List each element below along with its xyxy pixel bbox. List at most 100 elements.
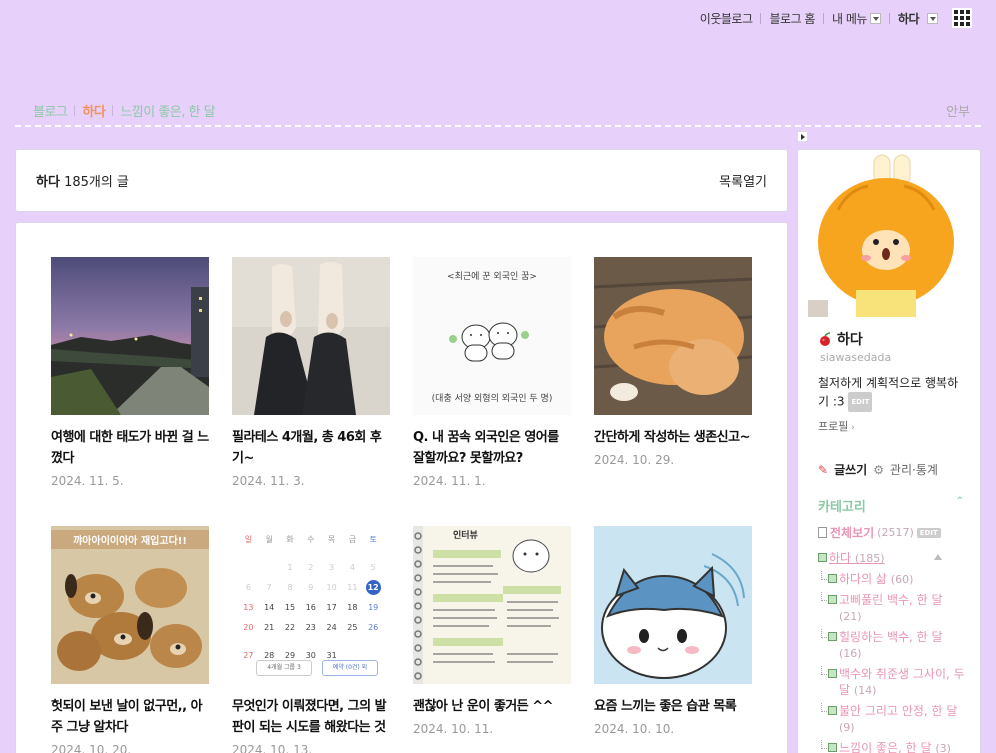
post-title[interactable]: Q. 내 꿈속 외국인은 영어를 잘할까요? 못할까요? [413, 427, 573, 469]
user-menu-button[interactable]: 하다 [898, 10, 938, 27]
post-card[interactable]: 꺄아아이이아아 재입고다!! 헛되이 보낸 날이 없구먼,, 아주 그냥 알차다… [51, 526, 211, 753]
post-title[interactable]: 여행에 대한 태도가 바뀐 걸 느꼈다 [51, 427, 211, 469]
calendar-cell: 월 [265, 535, 273, 544]
calendar-cell: 금 [348, 535, 357, 544]
calendar-cell: 15 [284, 603, 296, 612]
category-count: (60) [890, 573, 914, 586]
category-label: 고삐풀린 백수, 한 달 (21) [839, 593, 943, 623]
calendar-cell: 13 [243, 603, 254, 612]
calendar-cell: 18 [347, 603, 358, 612]
write-post-button[interactable]: 글쓰기 [834, 461, 867, 478]
category-item[interactable]: 불안 그리고 안정, 한 달 (9) [818, 703, 968, 736]
intro-text: 철저하게 계획적으로 행복하기 :3 [818, 376, 959, 409]
category-item[interactable]: 고삐풀린 백수, 한 달 (21) [818, 592, 968, 625]
post-date: 2024. 11. 3. [232, 474, 305, 488]
post-thumbnail[interactable]: 일 월 화 수 목 금 토 1 2 3 4 5 6 7 8 9 10 11 12 13 14 15 16 17 18 19 20 21… [232, 526, 390, 684]
blog-home-link[interactable]: 블로그 홈 [769, 10, 815, 27]
post-date: 2024. 11. 5. [51, 474, 124, 488]
post-title[interactable]: 간단하게 작성하는 생존신고~ [594, 427, 754, 448]
post-date: 2024. 10. 10. [594, 722, 675, 736]
post-date: 2024. 10. 13. [232, 743, 313, 753]
category-name: 하다 [36, 175, 60, 190]
menu-blog[interactable]: 블로그 [33, 101, 68, 120]
calendar-cell: 10 [326, 583, 337, 592]
open-list-button[interactable]: 목록열기 [719, 171, 767, 190]
category-header[interactable]: 카테고리 ⌃ [818, 496, 964, 515]
calendar-weekday-row: 일월화수목금토 [238, 530, 384, 550]
calendar-cell: 일 [244, 535, 253, 544]
post-card[interactable]: 여행에 대한 태도가 바뀐 걸 느꼈다 2024. 11. 5. [51, 257, 211, 488]
calendar-cell: 목 [327, 535, 336, 544]
post-card[interactable]: 일 월 화 수 목 금 토 1 2 3 4 5 6 7 8 9 10 11 12 13 14 15 16 17 18 19 20 21… [232, 526, 392, 753]
post-card[interactable]: 필라테스 4개월, 총 46회 후기~ 2024. 11. 3. [232, 257, 392, 488]
post-date: 2024. 10. 11. [413, 722, 494, 736]
calendar-cell [363, 638, 384, 658]
post-thumbnail[interactable] [51, 257, 209, 415]
sidebar-toggle-icon[interactable] [797, 131, 808, 142]
category-item[interactable]: 힐링하는 백수, 한 달 (16) [818, 629, 968, 662]
post-title[interactable]: 요즘 느끼는 좋은 습관 목록 [594, 696, 754, 717]
post-card[interactable]: 요즘 느끼는 좋은 습관 목록 2024. 10. 10. [594, 526, 754, 736]
app-grid-icon[interactable] [952, 8, 972, 28]
post-title[interactable]: 필라테스 4개월, 총 46회 후기~ [232, 427, 392, 469]
neighbor-blog-link[interactable]: 이웃블로그 [700, 10, 753, 27]
post-card[interactable]: <최근에 꾼 외국인 꿈> (대충 서양 외형의 외국인 두 명) Q. 내 꿈… [413, 257, 573, 488]
category-icon [818, 553, 827, 562]
category-item[interactable]: 느낌이 좋은, 한 달 (3) [818, 740, 968, 753]
category-item[interactable]: 백수와 취준생 그사이, 두 달 (14) [818, 666, 968, 699]
profile-link[interactable]: 프로필 › [818, 418, 855, 434]
guestbook-link[interactable]: 안부 [946, 101, 970, 120]
collapse-icon[interactable] [934, 554, 942, 560]
post-thumbnail[interactable]: 꺄아아이이아아 재입고다!! [51, 526, 209, 684]
calendar-cell: 7 [266, 583, 272, 592]
calendar-cell: 2 [308, 563, 314, 572]
post-list-header: 하다 185개의 글 목록열기 [15, 149, 788, 212]
calendar-cell: 1 [287, 563, 293, 572]
calendar-cell [238, 550, 259, 570]
blog-tools: ✎ 글쓰기 ⚙ 관리·통계 [818, 461, 938, 478]
post-date: 2024. 11. 1. [413, 474, 486, 488]
calendar-cell: 8 [287, 583, 293, 592]
post-thumbnail[interactable] [232, 257, 390, 415]
calendar-cell: 20 [243, 623, 254, 632]
category-icon [828, 632, 837, 641]
post-title[interactable]: 무엇인가 이뤄졌다면, 그의 발판이 되는 시도를 해왔다는 것 [232, 696, 392, 738]
category-all[interactable]: 전체보기 (2517) EDIT [818, 524, 941, 541]
post-count-title: 하다 185개의 글 [36, 171, 129, 190]
divider [822, 12, 824, 24]
category-item[interactable]: 하다 (185) [818, 550, 968, 567]
post-card[interactable]: 간단하게 작성하는 생존신고~ 2024. 10. 29. [594, 257, 754, 467]
edit-intro-button[interactable]: EDIT [848, 392, 873, 412]
category-icon [828, 595, 837, 604]
edit-category-button[interactable]: EDIT [916, 527, 941, 538]
my-menu-button[interactable]: 내 메뉴 [832, 10, 881, 27]
post-thumbnail[interactable] [594, 257, 752, 415]
category-title: 카테고리 [818, 500, 866, 515]
post-thumbnail[interactable]: <최근에 꾼 외국인 꿈> (대충 서양 외형의 외국인 두 명) [413, 257, 571, 415]
post-card[interactable]: 인터뷰 괜찮아 난 운이 좋거든 ^^ 2024. 10. 11. [413, 526, 573, 736]
category-label: 힐링하는 백수, 한 달 (16) [839, 630, 943, 660]
all-posts-label: 전체보기 [830, 526, 875, 540]
chevron-up-icon: ⌃ [955, 496, 964, 507]
category-count: (185) [854, 552, 885, 565]
menu-good-feeling-month[interactable]: 느낌이 좋은, 한 달 [120, 101, 215, 120]
divider [74, 105, 76, 116]
calendar-cell: 6 [245, 583, 251, 592]
divider [112, 105, 114, 116]
post-thumbnail[interactable]: 인터뷰 [413, 526, 571, 684]
menu-hada[interactable]: 하다 [82, 101, 105, 120]
category-count: (14) [853, 684, 877, 697]
post-thumbnail[interactable] [594, 526, 752, 684]
post-title[interactable]: 괜찮아 난 운이 좋거든 ^^ [413, 696, 573, 717]
manage-stats-button[interactable]: 관리·통계 [890, 461, 938, 478]
user-id: siawasedada [820, 351, 892, 364]
blog-menu: 블로그 하다 느낌이 좋은, 한 달 [33, 101, 216, 120]
post-title[interactable]: 헛되이 보낸 날이 없구먼,, 아주 그냥 알차다 [51, 696, 211, 738]
divider [760, 12, 762, 24]
category-label: 백수와 취준생 그사이, 두 달 (14) [839, 667, 965, 697]
my-menu-label: 내 메뉴 [831, 11, 867, 26]
calendar-cell: 25 [347, 623, 358, 632]
category-item[interactable]: 하다의 삶 (60) [818, 571, 968, 588]
profile-image[interactable] [808, 150, 958, 317]
calendar-cell: 24 [326, 623, 337, 632]
